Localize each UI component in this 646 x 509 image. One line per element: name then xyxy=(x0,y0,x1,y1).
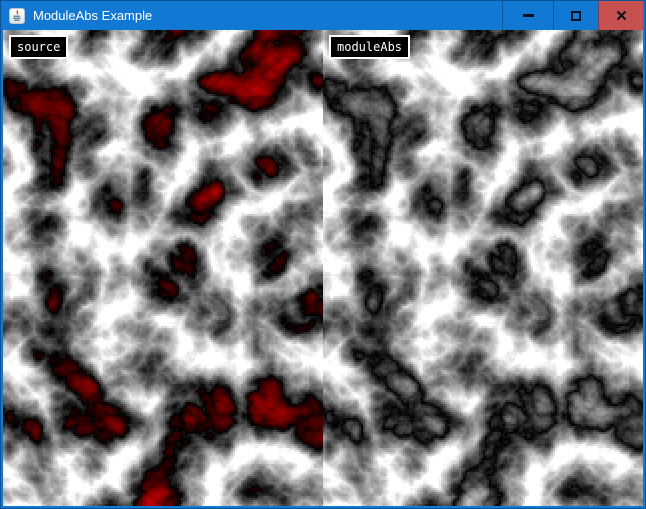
close-icon xyxy=(616,10,627,21)
source-noise-image xyxy=(3,30,323,506)
java-coffee-cup-icon xyxy=(11,10,23,22)
maximize-button[interactable] xyxy=(553,1,598,30)
window-controls xyxy=(502,1,643,30)
app-window: ModuleAbs Example source moduleAbs xyxy=(0,0,646,509)
client-area: source moduleAbs xyxy=(3,30,643,506)
maximize-icon xyxy=(571,11,581,21)
java-app-icon xyxy=(9,8,25,24)
source-panel: source xyxy=(3,30,323,506)
minimize-button[interactable] xyxy=(502,1,553,30)
minimize-icon xyxy=(523,14,534,17)
moduleabs-panel: moduleAbs xyxy=(323,30,643,506)
titlebar[interactable]: ModuleAbs Example xyxy=(3,1,643,30)
close-button[interactable] xyxy=(598,1,643,30)
moduleabs-label: moduleAbs xyxy=(329,35,410,59)
window-title: ModuleAbs Example xyxy=(33,8,502,23)
moduleabs-noise-image xyxy=(323,30,643,506)
source-label: source xyxy=(9,35,68,59)
